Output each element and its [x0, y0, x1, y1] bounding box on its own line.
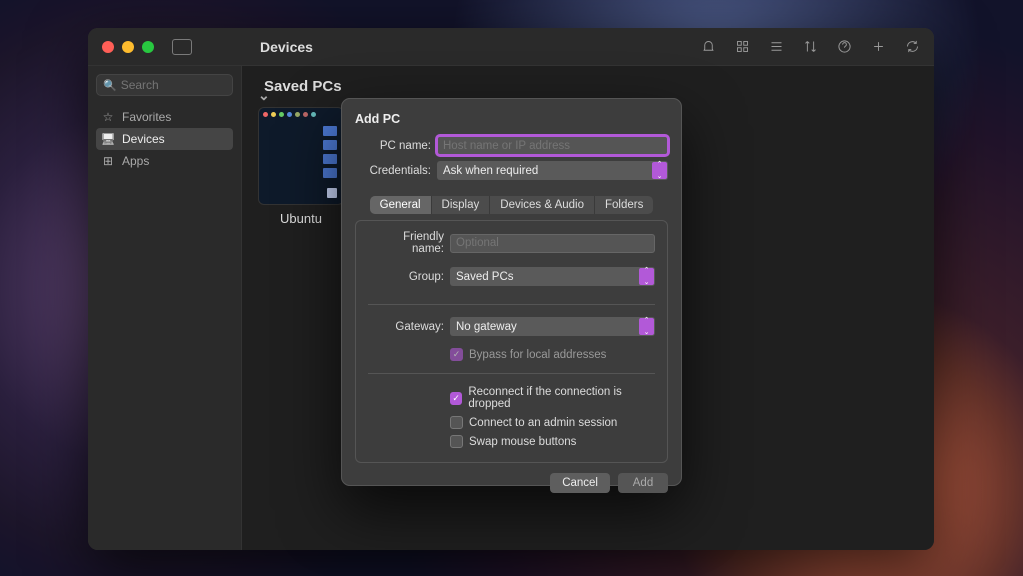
select-caret-icon: [639, 268, 654, 285]
admin-label: Connect to an admin session: [469, 417, 617, 429]
refresh-icon[interactable]: [904, 39, 920, 55]
row-bypass: Bypass for local addresses: [368, 348, 655, 361]
sort-icon[interactable]: [802, 39, 818, 55]
saved-pc-card[interactable]: Ubuntu: [258, 107, 344, 226]
section-title: Saved PCs: [264, 78, 342, 95]
minimize-icon[interactable]: [122, 41, 134, 53]
grid-view-icon[interactable]: [734, 39, 750, 55]
add-pc-dialog: Add PC PC name: Credentials: Ask when re…: [341, 98, 682, 486]
section-header[interactable]: Saved PCs: [258, 78, 918, 95]
credentials-select[interactable]: Ask when required: [437, 161, 668, 180]
row-gateway: Gateway: No gateway: [368, 317, 655, 336]
search-field[interactable]: 🔍: [96, 74, 233, 96]
pc-card-label: Ubuntu: [258, 211, 344, 226]
label-friendly-name: Friendly name:: [368, 231, 450, 255]
sidebar-item-label: Favorites: [122, 110, 171, 124]
tab-display[interactable]: Display: [432, 196, 491, 214]
sidebar-item-label: Apps: [122, 154, 149, 168]
admin-checkbox[interactable]: [450, 416, 463, 429]
row-swap[interactable]: Swap mouse buttons: [368, 435, 655, 448]
sidebar-item-devices[interactable]: 🖥 Devices: [96, 128, 233, 150]
divider: [368, 373, 655, 374]
dialog-footer: Cancel Add: [355, 473, 668, 493]
sidebar: 🔍 ☆ Favorites 🖥 Devices ⊞ Apps: [88, 66, 242, 550]
sidebar-list: ☆ Favorites 🖥 Devices ⊞ Apps: [96, 106, 233, 172]
sidebar-item-label: Devices: [122, 132, 165, 146]
reconnect-checkbox[interactable]: [450, 392, 462, 405]
bypass-checkbox: [450, 348, 463, 361]
reconnect-label: Reconnect if the connection is dropped: [468, 386, 655, 410]
label-gateway: Gateway:: [368, 321, 450, 333]
label-pc-name: PC name:: [355, 140, 437, 152]
row-pc-name: PC name:: [355, 136, 668, 155]
gateway-value: No gateway: [456, 321, 517, 333]
tab-panel-general: Friendly name: Group: Saved PCs Gateway:…: [355, 220, 668, 463]
tab-folders[interactable]: Folders: [595, 196, 653, 214]
bell-icon[interactable]: [700, 39, 716, 55]
swap-checkbox[interactable]: [450, 435, 463, 448]
friendly-name-input[interactable]: [450, 234, 655, 253]
traffic-lights: [102, 41, 154, 53]
pc-name-input[interactable]: [437, 136, 668, 155]
row-group: Group: Saved PCs: [368, 267, 655, 286]
plus-square-icon: ⊞: [102, 155, 114, 167]
pc-thumbnail: [258, 107, 344, 205]
credentials-value: Ask when required: [443, 165, 538, 177]
monitor-icon: 🖥: [102, 133, 114, 145]
row-admin[interactable]: Connect to an admin session: [368, 416, 655, 429]
maximize-icon[interactable]: [142, 41, 154, 53]
group-value: Saved PCs: [456, 271, 514, 283]
list-view-icon[interactable]: [768, 39, 784, 55]
sidebar-item-apps[interactable]: ⊞ Apps: [96, 150, 233, 172]
help-icon[interactable]: [836, 39, 852, 55]
label-group: Group:: [368, 271, 450, 283]
select-caret-icon: [652, 162, 667, 179]
select-caret-icon: [639, 318, 654, 335]
add-icon[interactable]: [870, 39, 886, 55]
star-icon: ☆: [102, 111, 114, 123]
bypass-label: Bypass for local addresses: [469, 349, 606, 361]
sidebar-toggle-icon[interactable]: [172, 39, 192, 55]
add-button[interactable]: Add: [618, 473, 668, 493]
divider: [368, 304, 655, 305]
titlebar: Devices: [88, 28, 934, 66]
tab-devices-audio[interactable]: Devices & Audio: [490, 196, 595, 214]
sidebar-item-favorites[interactable]: ☆ Favorites: [96, 106, 233, 128]
toolbar-right: [700, 39, 920, 55]
row-credentials: Credentials: Ask when required: [355, 161, 668, 180]
tabbar: General Display Devices & Audio Folders: [355, 196, 668, 214]
label-credentials: Credentials:: [355, 165, 437, 177]
close-icon[interactable]: [102, 41, 114, 53]
dialog-title: Add PC: [355, 112, 668, 126]
group-select[interactable]: Saved PCs: [450, 267, 655, 286]
swap-label: Swap mouse buttons: [469, 436, 576, 448]
gateway-select[interactable]: No gateway: [450, 317, 655, 336]
cancel-button[interactable]: Cancel: [550, 473, 610, 493]
search-icon: 🔍: [103, 79, 117, 92]
row-friendly-name: Friendly name:: [368, 231, 655, 255]
tab-general[interactable]: General: [370, 196, 432, 214]
row-reconnect[interactable]: Reconnect if the connection is dropped: [368, 386, 655, 410]
window-title: Devices: [260, 39, 313, 55]
